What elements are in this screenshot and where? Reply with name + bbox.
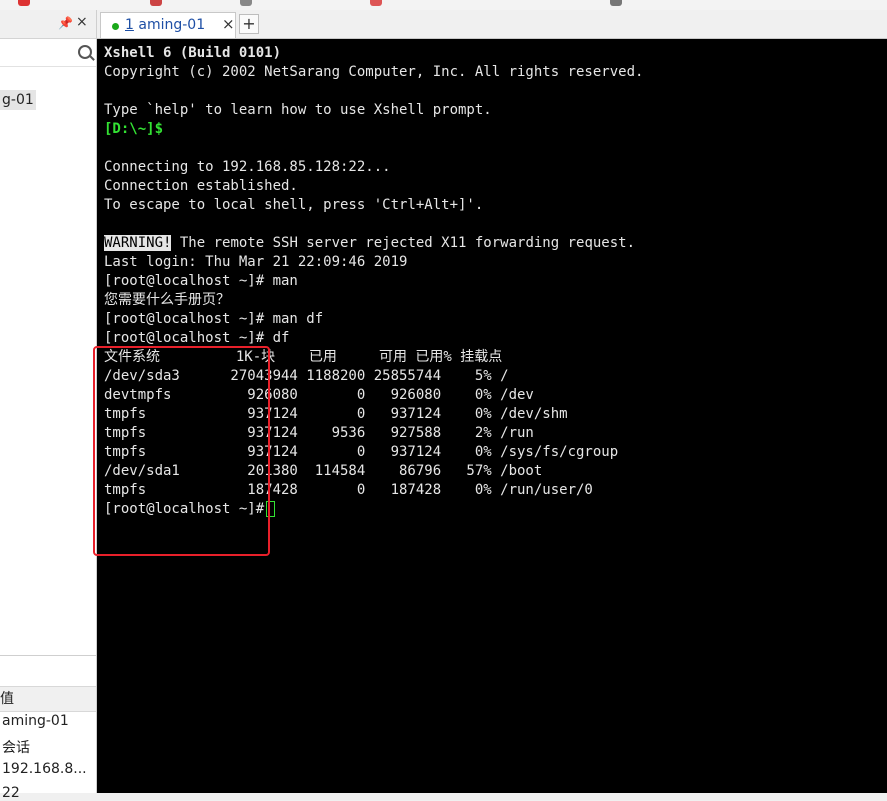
toolbar-icon[interactable] xyxy=(610,0,622,6)
panel-divider xyxy=(0,655,96,656)
toolbar-strip xyxy=(0,0,887,10)
session-search-input[interactable] xyxy=(0,40,96,67)
toolbar-icon[interactable] xyxy=(370,0,382,6)
search-icon[interactable] xyxy=(78,45,92,59)
terminal-line: Connecting to 192.168.85.128:22... xyxy=(104,159,391,175)
terminal-line: [root@localhost ~]# man df xyxy=(104,311,324,327)
pin-icon[interactable]: 📌 xyxy=(58,16,73,30)
session-tree-item[interactable]: g-01 xyxy=(0,90,36,110)
close-icon[interactable]: × xyxy=(76,14,88,30)
terminal-line: Type `help' to learn how to use Xshell p… xyxy=(104,102,492,118)
tab-label: 1 aming-01 xyxy=(125,17,206,33)
toolbar-icon[interactable] xyxy=(240,0,252,6)
property-value-header: 值 xyxy=(0,686,96,712)
tab-session[interactable]: 1 aming-01 × xyxy=(100,12,236,38)
property-value: 会话 xyxy=(2,740,30,756)
terminal-line: Copyright (c) 2002 NetSarang Computer, I… xyxy=(104,64,644,80)
add-tab-button[interactable]: + xyxy=(239,14,259,34)
warning-badge: WARNING! xyxy=(104,235,172,251)
session-manager-panel: 📌 × g-01 值 aming-01 会话 192.168.8... 22 xyxy=(0,10,97,801)
connected-status-icon xyxy=(112,23,119,30)
local-prompt: [D:\~]$ xyxy=(104,121,164,137)
property-value: 192.168.8... xyxy=(2,761,87,777)
tab-close-icon[interactable]: × xyxy=(222,15,235,33)
panel-titlebar: 📌 × xyxy=(0,10,96,39)
terminal-line: Xshell 6 (Build 0101) xyxy=(104,45,282,61)
terminal-line: 您需要什么手册页？ xyxy=(104,292,230,308)
property-value: aming-01 xyxy=(2,713,69,729)
terminal-line: [root@localhost ~]# man xyxy=(104,273,298,289)
toolbar-icon[interactable] xyxy=(18,0,30,6)
toolbar-icon[interactable] xyxy=(150,0,162,6)
property-value: 22 xyxy=(2,785,20,801)
tab-bar: 1 aming-01 × + xyxy=(97,10,887,39)
annotation-highlight-box xyxy=(93,346,270,556)
terminal-line: Connection established. xyxy=(104,178,298,194)
warning-line: WARNING! The remote SSH server rejected … xyxy=(104,235,636,251)
terminal-line: To escape to local shell, press 'Ctrl+Al… xyxy=(104,197,484,213)
terminal-line: Last login: Thu Mar 21 22:09:46 2019 xyxy=(104,254,408,270)
